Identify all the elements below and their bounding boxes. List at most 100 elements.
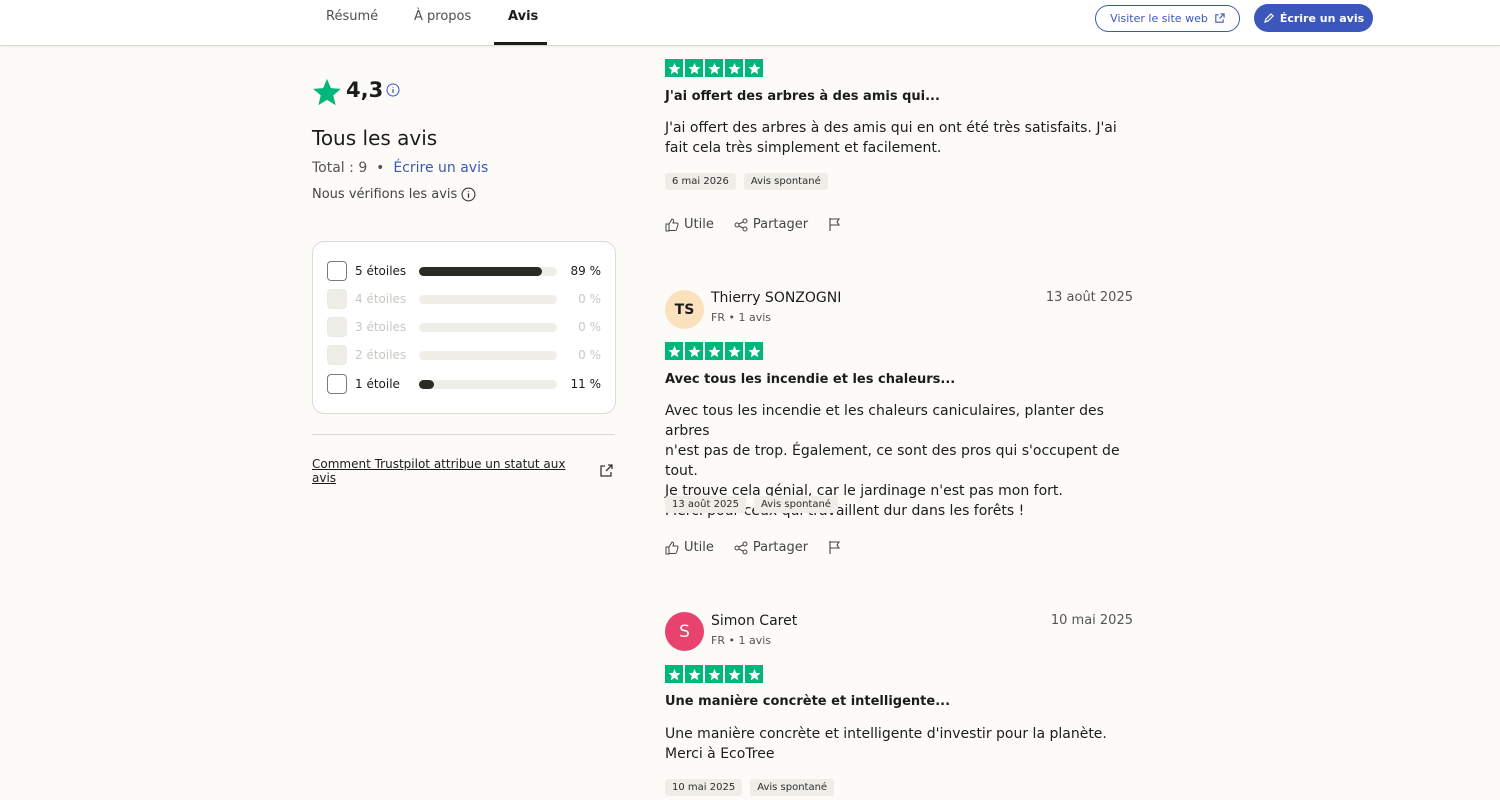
filter-checkbox[interactable] — [327, 374, 347, 394]
star-icon — [665, 342, 683, 360]
star-icon — [685, 59, 703, 77]
useful-label: Utile — [684, 540, 714, 555]
useful-button[interactable]: Utile — [665, 540, 714, 555]
total-line: Total : 9 • Écrire un avis — [312, 160, 488, 176]
pencil-icon — [1263, 13, 1274, 23]
review-title[interactable]: J'ai offert des arbres à des amis qui... — [665, 89, 940, 104]
review-date-tag: 6 mai 2026 — [665, 173, 736, 190]
review-body: J'ai offert des arbres à des amis qui en… — [665, 120, 1117, 156]
write-review-link[interactable]: Écrire un avis — [393, 160, 488, 176]
review-body-line: Avec tous les incendie et les chaleurs c… — [665, 403, 1104, 439]
review-date-tag: 13 août 2025 — [665, 496, 747, 513]
external-link-icon[interactable] — [598, 463, 614, 479]
share-label: Partager — [752, 217, 809, 232]
star-icon — [745, 665, 763, 683]
visit-website-button[interactable]: Visiter le site web — [1095, 5, 1240, 32]
filter-percent: 0 % — [578, 292, 601, 306]
tab-a-propos[interactable]: À propos — [414, 9, 471, 24]
review-stars — [665, 342, 763, 360]
reviewer-meta: FR • 1 avis — [711, 634, 771, 647]
filter-label: 3 étoiles — [355, 320, 407, 334]
filter-bar — [419, 351, 557, 360]
review-date: 13 août 2025 — [1045, 290, 1133, 305]
review-date: 10 mai 2025 — [1050, 613, 1133, 628]
share-button[interactable]: Partager — [734, 217, 808, 232]
filter-percent: 11 % — [570, 377, 602, 391]
share-icon — [734, 541, 748, 554]
overall-rating: 4,3 — [346, 78, 384, 102]
tab-avis[interactable]: Avis — [508, 9, 538, 24]
review-date-tag: 10 mai 2025 — [665, 779, 743, 796]
useful-button[interactable]: Utile — [665, 217, 714, 232]
share-label: Partager — [752, 540, 809, 555]
filter-percent: 89 % — [570, 264, 602, 278]
review-type-tag: Avis spontané — [750, 779, 835, 796]
review-body: Une manière concrète et intelligente d'i… — [665, 726, 1107, 762]
filter-checkbox — [327, 317, 347, 337]
all-reviews-title: Tous les avis — [312, 126, 438, 150]
review-stars — [665, 665, 763, 683]
info-icon[interactable] — [386, 83, 400, 97]
active-tab-indicator — [494, 42, 547, 45]
filter-percent: 0 % — [578, 348, 601, 362]
divider — [312, 434, 615, 435]
external-link-icon — [1215, 13, 1225, 23]
star-icon — [725, 665, 743, 683]
review-title[interactable]: Une manière concrète et intelligente... — [665, 694, 950, 709]
avatar[interactable]: TS — [665, 290, 704, 329]
star-icon — [725, 342, 743, 360]
filter-row-5[interactable]: 5 étoiles 89 % — [327, 261, 603, 283]
review-type-tag: Avis spontané — [754, 496, 838, 513]
flag-icon[interactable] — [828, 540, 842, 555]
filter-bar — [419, 267, 557, 276]
review-stars — [665, 59, 763, 77]
avatar[interactable]: S — [665, 612, 704, 651]
star-icon — [725, 59, 743, 77]
filter-checkbox — [327, 289, 347, 309]
trustpilot-status-link[interactable]: Comment Trustpilot attribue un statut au… — [312, 457, 572, 485]
filter-row-2: 2 étoiles 0 % — [327, 345, 603, 367]
star-icon — [685, 665, 703, 683]
review-type-tag: Avis spontané — [743, 173, 828, 190]
verify-text: Nous vérifions les avis — [312, 187, 458, 202]
write-review-label: Écrire un avis — [1279, 11, 1365, 25]
tab-resume[interactable]: Résumé — [326, 9, 378, 24]
review-tags: 6 mai 2026 Avis spontané — [665, 173, 828, 190]
reviewer-name[interactable]: Thierry SONZOGNI — [711, 290, 841, 306]
filter-percent: 0 % — [578, 320, 601, 334]
reviewer-meta: FR • 1 avis — [711, 311, 771, 324]
review-tags: 10 mai 2025 Avis spontané — [665, 779, 835, 796]
share-button[interactable]: Partager — [734, 540, 808, 555]
review-body-line: n'est pas de trop. Également, ce sont de… — [665, 443, 1120, 479]
star-icon — [665, 665, 683, 683]
filter-label: 5 étoiles — [355, 264, 407, 278]
filter-bar — [419, 380, 557, 389]
star-filter-panel: 5 étoiles 89 % 4 étoiles 0 % 3 étoiles 0… — [312, 241, 616, 414]
review-tags: 13 août 2025 Avis spontané — [665, 496, 838, 513]
flag-icon[interactable] — [828, 217, 842, 232]
star-icon — [665, 59, 683, 77]
star-icon — [705, 665, 723, 683]
write-review-button[interactable]: Écrire un avis — [1254, 4, 1373, 32]
filter-bar-fill — [419, 267, 542, 276]
star-icon — [685, 342, 703, 360]
star-icon — [745, 59, 763, 77]
thumbs-up-icon — [665, 540, 679, 554]
star-icon — [313, 78, 341, 106]
filter-label: 1 étoile — [355, 377, 400, 391]
star-icon — [705, 342, 723, 360]
thumbs-up-icon — [665, 217, 679, 231]
star-icon — [705, 59, 723, 77]
reviewer-name[interactable]: Simon Caret — [711, 613, 797, 629]
filter-checkbox — [327, 345, 347, 365]
top-navigation-bar: Résumé À propos Avis Visiter le site web… — [0, 0, 1500, 46]
filter-label: 2 étoiles — [355, 348, 407, 362]
info-icon[interactable] — [461, 187, 476, 202]
filter-row-1[interactable]: 1 étoile 11 % — [327, 374, 603, 396]
review-actions: Utile Partager — [665, 217, 842, 232]
filter-row-4: 4 étoiles 0 % — [327, 289, 603, 311]
useful-label: Utile — [684, 217, 714, 232]
filter-checkbox[interactable] — [327, 261, 347, 281]
review-actions: Utile Partager — [665, 540, 842, 555]
review-title[interactable]: Avec tous les incendie et les chaleurs..… — [665, 372, 955, 387]
